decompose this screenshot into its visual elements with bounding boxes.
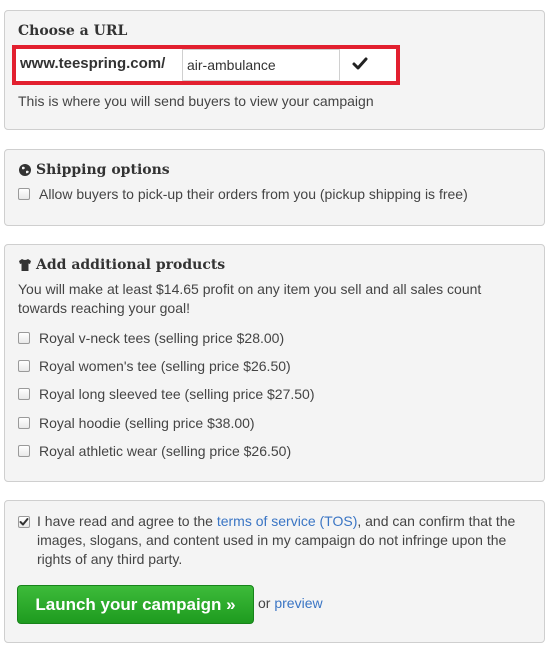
agreement-text-start: I have read and agree to the (37, 513, 217, 529)
product-option[interactable]: Royal women's tee (selling price $26.50) (18, 358, 291, 374)
product-label: Royal hoodie (selling price $38.00) (39, 415, 255, 431)
product-option[interactable]: Royal v-neck tees (selling price $28.00) (18, 330, 284, 346)
url-slug-input[interactable] (182, 49, 340, 81)
products-panel: Add additional products You will make at… (4, 244, 545, 482)
shipping-title: Shipping options (18, 162, 170, 178)
terms-of-service-link[interactable]: terms of service (TOS) (217, 513, 358, 529)
or-text: or (258, 595, 271, 611)
product-label: Royal long sleeved tee (selling price $2… (39, 386, 315, 402)
product-checkbox[interactable] (18, 332, 30, 344)
url-highlight-box: www.teespring.com/ (12, 45, 400, 85)
url-panel: Choose a URL www.teespring.com/ This is … (4, 10, 545, 130)
product-label: Royal women's tee (selling price $26.50) (39, 358, 291, 374)
product-option[interactable]: Royal athletic wear (selling price $26.5… (18, 443, 291, 459)
product-option[interactable]: Royal hoodie (selling price $38.00) (18, 415, 255, 431)
tos-agreement-text: I have read and agree to the terms of se… (37, 512, 517, 569)
product-checkbox[interactable] (18, 445, 30, 457)
tos-agree-checkbox[interactable] (18, 516, 30, 528)
products-intro-line2: towards reaching your goal! (18, 300, 190, 316)
tshirt-icon (18, 258, 32, 272)
product-option[interactable]: Royal long sleeved tee (selling price $2… (18, 386, 315, 402)
products-title: Add additional products (18, 257, 225, 273)
pickup-label: Allow buyers to pick-up their orders fro… (39, 186, 468, 202)
product-checkbox[interactable] (18, 417, 30, 429)
product-label: Royal athletic wear (selling price $26.5… (39, 443, 292, 459)
preview-link[interactable]: preview (274, 595, 322, 611)
preview-option: or preview (258, 595, 323, 611)
product-checkbox[interactable] (18, 360, 30, 372)
product-checkbox[interactable] (18, 388, 30, 400)
url-help-text: This is where you will send buyers to vi… (18, 93, 374, 109)
url-prefix: www.teespring.com/ (20, 55, 166, 72)
product-label: Royal v-neck tees (selling price $28.00) (39, 330, 285, 346)
products-intro-line1: You will make at least $14.65 profit on … (18, 281, 482, 297)
launch-campaign-button[interactable]: Launch your campaign » (17, 585, 254, 624)
url-section-title: Choose a URL (18, 23, 128, 39)
shipping-panel: Shipping options Allow buyers to pick-up… (4, 149, 545, 226)
agreement-panel: I have read and agree to the terms of se… (4, 500, 545, 643)
pickup-option[interactable]: Allow buyers to pick-up their orders fro… (18, 186, 468, 202)
pickup-checkbox[interactable] (18, 188, 30, 200)
checkmark-icon (349, 53, 371, 75)
checkmark-icon (19, 518, 29, 526)
globe-icon (18, 163, 32, 177)
